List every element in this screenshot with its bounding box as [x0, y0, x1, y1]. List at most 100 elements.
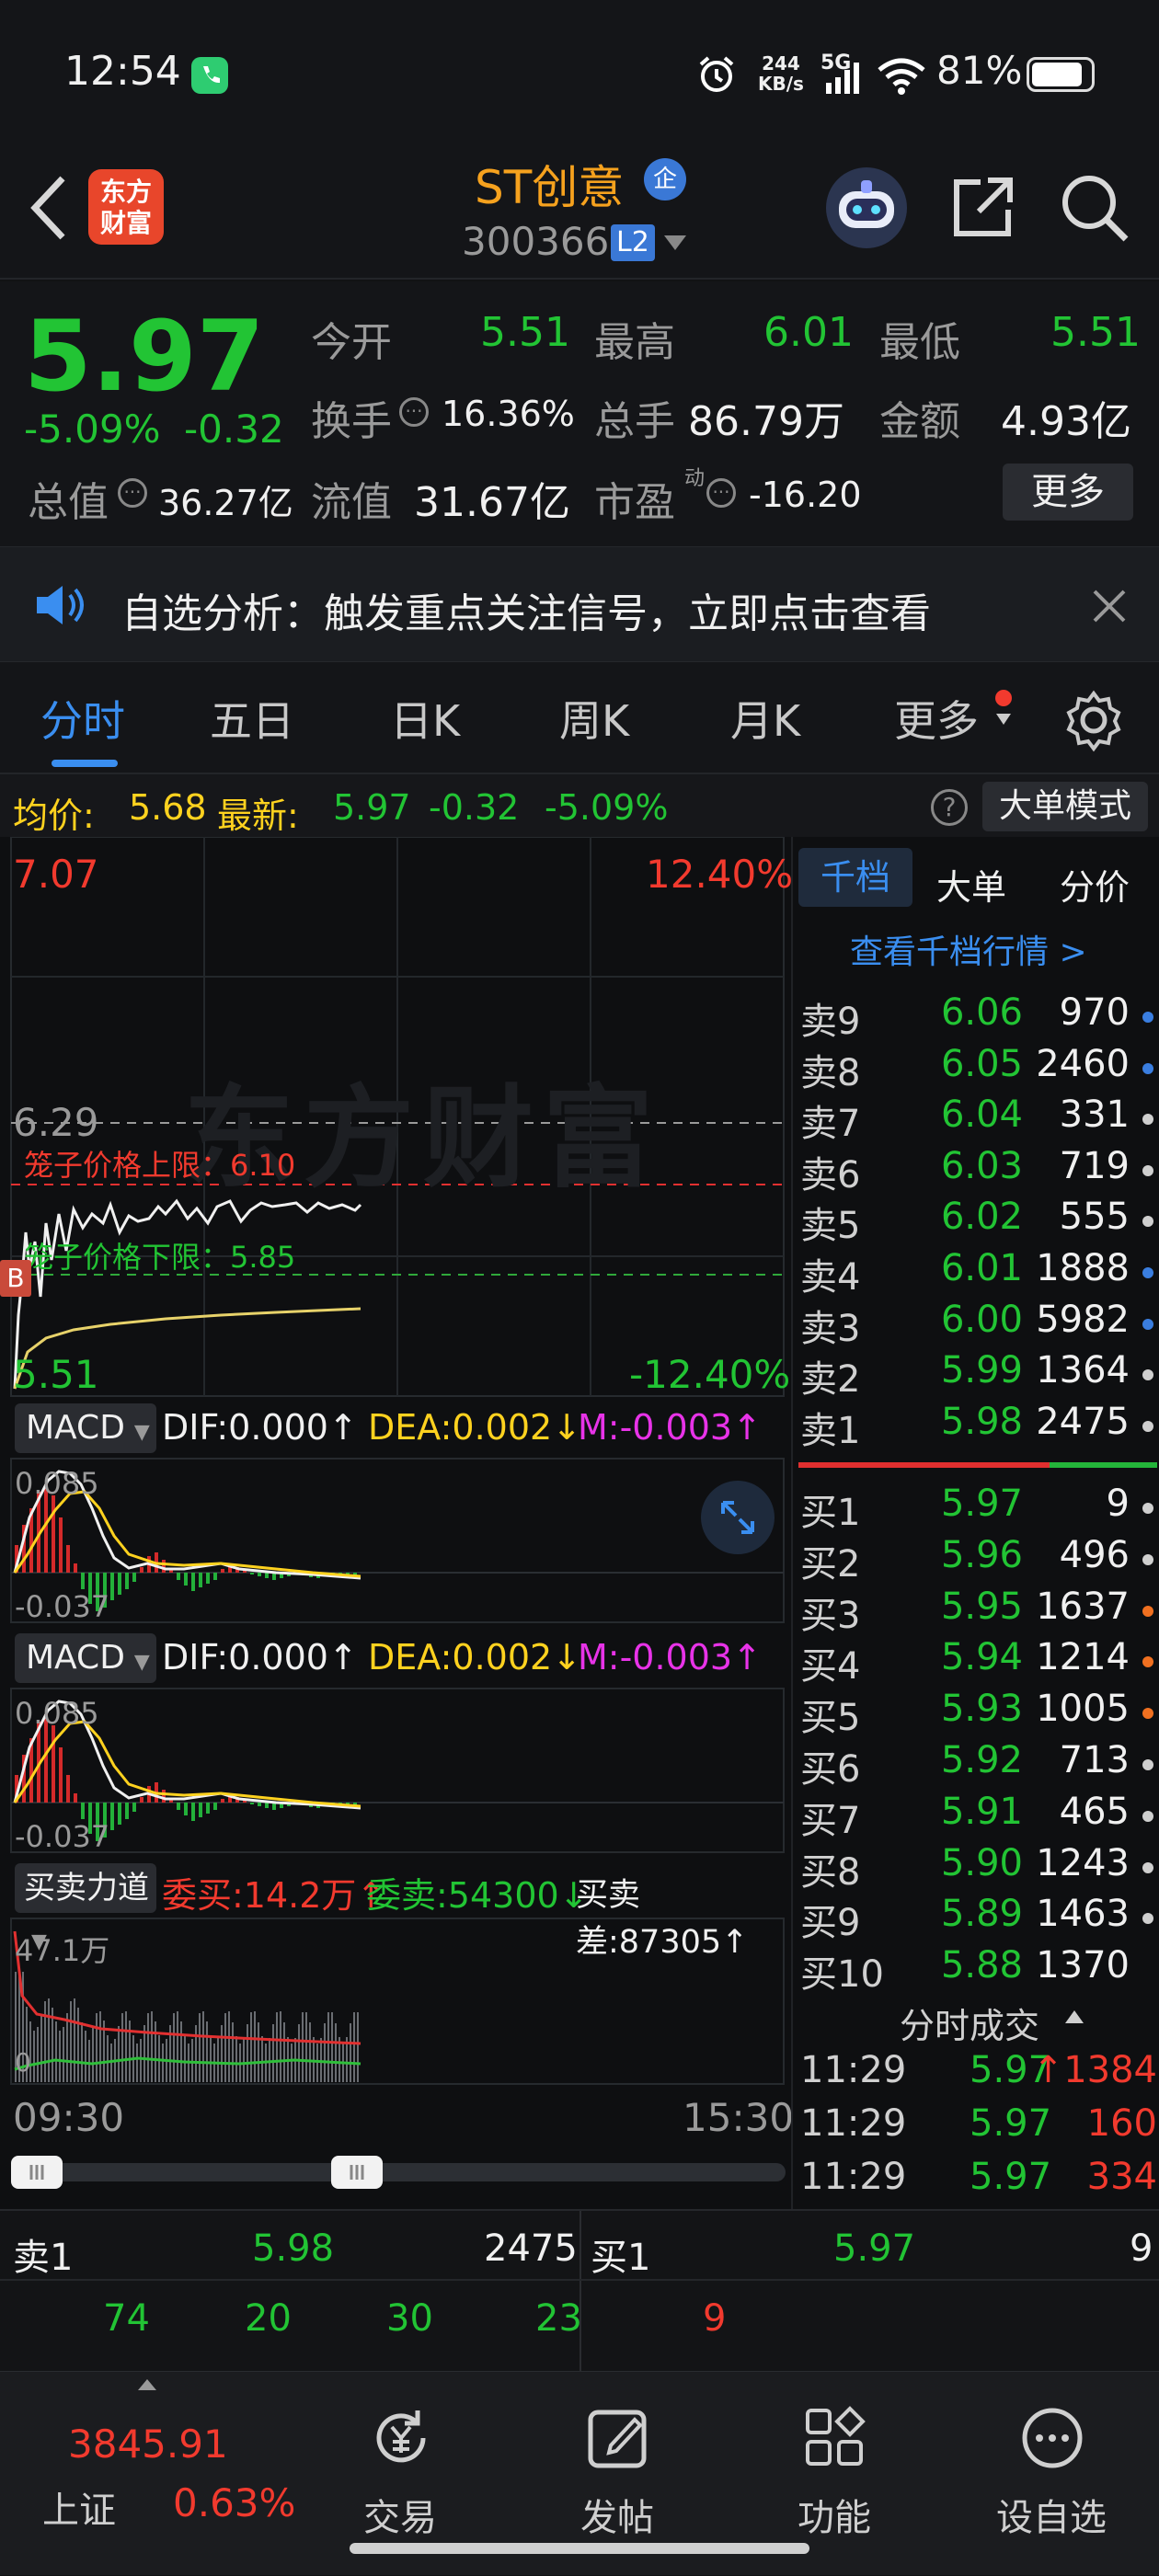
trade-volume: ↑1384: [1032, 2049, 1157, 2091]
market-cap-label: 总值: [28, 479, 109, 526]
tab-price-distribution[interactable]: 分价: [1060, 859, 1130, 910]
ask-level-label: 卖1: [800, 1409, 861, 1452]
stock-name[interactable]: ST创意: [475, 151, 624, 217]
gear-icon[interactable]: [1061, 688, 1126, 756]
index-change: 0.63%: [173, 2480, 296, 2525]
tab-big-orders[interactable]: 大单: [936, 859, 1006, 910]
histogram-bar: [221, 1799, 224, 1803]
info-icon[interactable]: ···: [399, 397, 429, 427]
tab-thousand-level[interactable]: 千档: [798, 848, 912, 907]
avg-label: 均价:: [13, 796, 95, 836]
ask-row[interactable]: 卖2 5.99 1364: [793, 1349, 1159, 1401]
info-icon[interactable]: ···: [118, 478, 147, 508]
ask-volume: 970: [1059, 991, 1130, 1034]
bid-volume: 1637: [1036, 1585, 1130, 1628]
info-icon[interactable]: ···: [706, 478, 736, 508]
ask-row[interactable]: 卖1 5.98 2475: [793, 1401, 1159, 1452]
queue-buy-volume: 9: [1130, 2227, 1153, 2270]
nav-index-shanghai[interactable]: 3845.91 上证 0.63%: [0, 2372, 295, 2576]
histogram-bar: [125, 1803, 129, 1819]
dif-value: DIF:0.000↑: [162, 1407, 358, 1448]
ask-row[interactable]: 卖7 6.04 331: [793, 1093, 1159, 1145]
indicator-select-macd[interactable]: MACD ▼: [15, 1403, 156, 1453]
trades-header[interactable]: 分时成交: [793, 1990, 1159, 2046]
power-bar: [92, 2026, 94, 2082]
histogram-bar: [52, 1495, 55, 1573]
buy-marker[interactable]: B: [0, 1260, 31, 1297]
trade-volume: 160: [1086, 2102, 1157, 2145]
queue-item: 20: [245, 2297, 292, 2340]
caret-down-icon[interactable]: [662, 234, 688, 256]
queue-item: 9: [703, 2297, 727, 2340]
tab-daily-k[interactable]: 日K: [390, 688, 460, 749]
power-bar: [232, 2022, 234, 2082]
ask-row[interactable]: 卖6 6.03 719: [793, 1145, 1159, 1196]
tab-five-day[interactable]: 五日: [210, 688, 294, 749]
ask-level-label: 卖5: [800, 1205, 861, 1248]
power-bar: [118, 2026, 120, 2082]
view-thousand-level-link[interactable]: 查看千档行情 >: [850, 925, 1087, 973]
expand-icon[interactable]: [701, 1481, 775, 1554]
ask-row[interactable]: 卖3 6.00 5982: [793, 1299, 1159, 1350]
tab-monthly-k[interactable]: 月K: [730, 688, 800, 749]
ask-row[interactable]: 卖9 6.06 970: [793, 991, 1159, 1043]
cage-upper-label: 笼子价格上限：6.10: [24, 1148, 296, 1183]
bid-row[interactable]: 买10 5.88 1370: [793, 1944, 1159, 1996]
power-bar: [88, 2040, 90, 2082]
stock-code[interactable]: 300366: [462, 219, 609, 264]
power-bar: [151, 2011, 153, 2082]
bid-row[interactable]: 买1 5.97 9: [793, 1483, 1159, 1534]
power-bar: [250, 2012, 252, 2082]
level-dot: [1142, 1503, 1153, 1514]
robot-assistant-icon[interactable]: [824, 166, 909, 254]
edit-icon: [588, 2410, 647, 2468]
tab-weekly-k[interactable]: 周K: [559, 688, 629, 749]
level-dot: [1142, 1012, 1153, 1023]
ask-row[interactable]: 卖5 6.02 555: [793, 1196, 1159, 1247]
tab-more[interactable]: 更多: [894, 688, 979, 749]
caret-down-icon[interactable]: [995, 712, 1012, 729]
more-button[interactable]: 更多: [1003, 464, 1133, 521]
macd1-low: -0.037: [15, 1589, 110, 1624]
indicator-select-macd-2[interactable]: MACD ▼: [15, 1633, 156, 1683]
bid-row[interactable]: 买4 5.94 1214: [793, 1636, 1159, 1688]
bid-row[interactable]: 买6 5.92 713: [793, 1739, 1159, 1791]
high-value: 6.01: [763, 309, 854, 356]
analysis-notice[interactable]: 自选分析：触发重点关注信号，立即点击查看: [0, 546, 1159, 662]
ask-row[interactable]: 卖8 6.05 2460: [793, 1043, 1159, 1094]
caret-up-icon[interactable]: [1063, 2009, 1085, 2029]
indicator-select-power[interactable]: 买卖力道▼: [15, 1863, 156, 1953]
power-bar: [217, 2038, 219, 2082]
queue-buy-price: 5.97: [833, 2227, 916, 2270]
notice-text[interactable]: 自选分析：触发重点关注信号，立即点击查看: [121, 580, 931, 639]
call-icon: [191, 57, 228, 94]
back-icon[interactable]: [26, 173, 72, 246]
bid-row[interactable]: 买2 5.96 496: [793, 1534, 1159, 1586]
tab-intraday[interactable]: 分时: [40, 688, 125, 749]
bid-row[interactable]: 买3 5.95 1637: [793, 1586, 1159, 1637]
intraday-chart[interactable]: 东方财富 7.07 12.40% 6.29 笼子价格上限：6.10 笼子价格下限…: [0, 837, 794, 2209]
help-icon[interactable]: ?: [931, 789, 968, 826]
close-icon[interactable]: [1091, 588, 1128, 628]
home-indicator: [350, 2543, 809, 2554]
level-dot: [1142, 1605, 1153, 1617]
ask-price: 6.04: [940, 1093, 1023, 1137]
power-bar: [298, 2024, 300, 2082]
enterprise-badge: 企: [644, 158, 686, 200]
bid-row[interactable]: 买8 5.90 1243: [793, 1842, 1159, 1894]
bid-row[interactable]: 买9 5.89 1463: [793, 1893, 1159, 1944]
macd1-grid-border: [10, 1458, 785, 1623]
bid-row[interactable]: 买7 5.91 465: [793, 1791, 1159, 1842]
level2-badge[interactable]: L2: [611, 224, 655, 261]
yuan-trade-icon: [376, 2410, 426, 2463]
trade-time: 11:29: [800, 2102, 907, 2145]
share-icon[interactable]: [947, 173, 1017, 246]
ask-row[interactable]: 卖4 6.01 1888: [793, 1247, 1159, 1299]
search-icon[interactable]: [1060, 173, 1130, 246]
big-order-mode-button[interactable]: 大单模式: [982, 782, 1148, 831]
bid-row[interactable]: 买5 5.93 1005: [793, 1688, 1159, 1739]
change-percent: -5.09%: [24, 406, 161, 452]
app-logo[interactable]: 东方 财富: [88, 169, 164, 245]
power-bar: [276, 2012, 278, 2082]
nav-add-watchlist[interactable]: 设自选: [946, 2372, 1157, 2576]
